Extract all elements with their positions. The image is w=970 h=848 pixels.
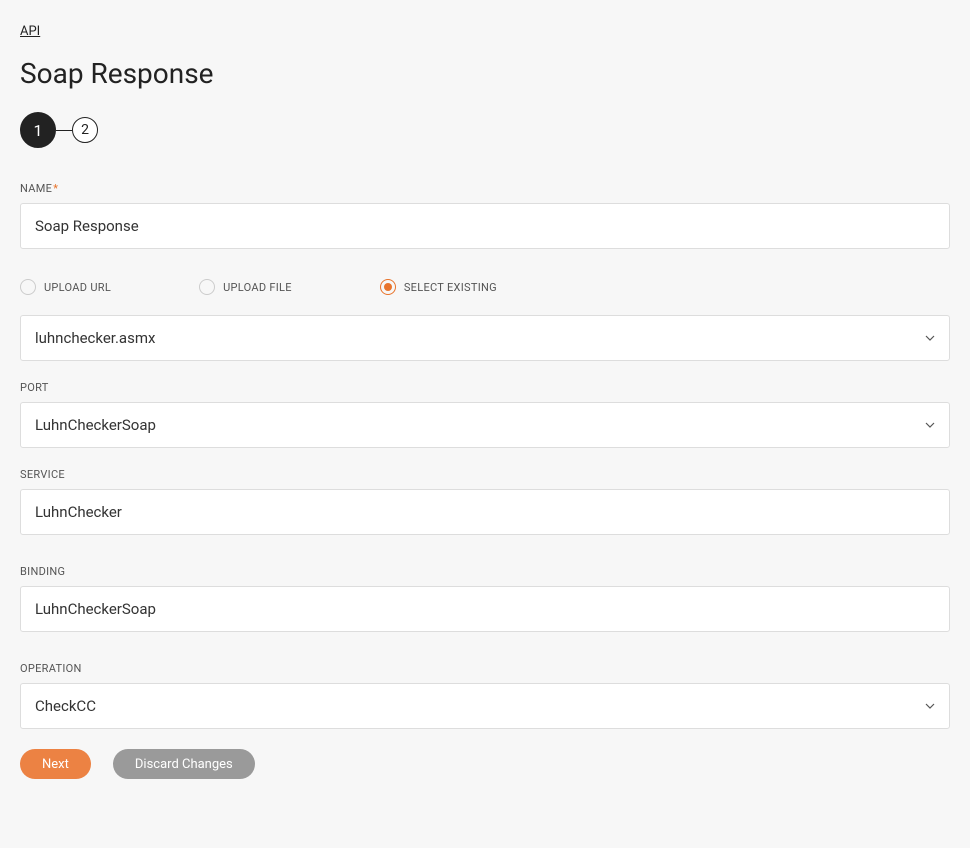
radio-circle-icon — [380, 279, 396, 295]
chevron-down-icon — [925, 420, 935, 430]
next-button[interactable]: Next — [20, 749, 91, 779]
name-input[interactable] — [20, 203, 950, 249]
operation-select[interactable]: CheckCC — [20, 683, 950, 729]
port-label: PORT — [20, 381, 950, 394]
existing-file-select[interactable]: luhnchecker.asmx — [20, 315, 950, 361]
discard-button[interactable]: Discard Changes — [113, 749, 255, 779]
radio-label-upload-file: UPLOAD FILE — [223, 281, 292, 294]
page-title: Soap Response — [20, 57, 950, 90]
radio-label-select-existing: SELECT EXISTING — [404, 281, 497, 294]
stepper: 1 2 — [20, 112, 950, 148]
existing-file-value: luhnchecker.asmx — [35, 329, 155, 347]
binding-label: BINDING — [20, 565, 950, 578]
step-connector — [56, 130, 72, 131]
port-value: LuhnCheckerSoap — [35, 416, 156, 434]
radio-select-existing[interactable]: SELECT EXISTING — [380, 279, 497, 295]
step-1[interactable]: 1 — [20, 112, 56, 148]
service-label: SERVICE — [20, 468, 950, 481]
chevron-down-icon — [925, 701, 935, 711]
radio-circle-icon — [199, 279, 215, 295]
button-row: Next Discard Changes — [20, 749, 950, 779]
radio-dot-icon — [384, 283, 392, 291]
chevron-down-icon — [925, 333, 935, 343]
radio-circle-icon — [20, 279, 36, 295]
name-label: NAME* — [20, 182, 950, 195]
operation-value: CheckCC — [35, 697, 96, 715]
step-2[interactable]: 2 — [72, 117, 98, 143]
radio-upload-url[interactable]: UPLOAD URL — [20, 279, 111, 295]
breadcrumb-api-link[interactable]: API — [20, 24, 40, 39]
service-input[interactable] — [20, 489, 950, 535]
binding-input[interactable] — [20, 586, 950, 632]
radio-upload-file[interactable]: UPLOAD FILE — [199, 279, 292, 295]
source-radio-group: UPLOAD URL UPLOAD FILE SELECT EXISTING — [20, 279, 950, 295]
breadcrumb: API — [20, 20, 950, 39]
required-indicator: * — [53, 182, 58, 195]
radio-label-upload-url: UPLOAD URL — [44, 281, 111, 294]
operation-label: OPERATION — [20, 662, 950, 675]
port-select[interactable]: LuhnCheckerSoap — [20, 402, 950, 448]
